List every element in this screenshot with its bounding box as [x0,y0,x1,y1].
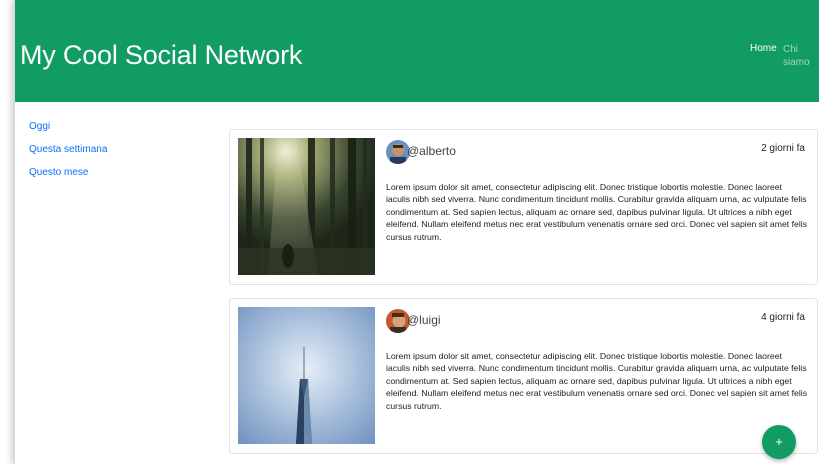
skyscraper-photo [238,307,375,444]
post-card: @luigi 4 giorni fa Lorem ipsum dolor sit… [229,298,818,454]
post-timestamp: 4 giorni fa [761,312,805,323]
sidebar-item-this-week[interactable]: Questa settimana [29,144,107,167]
app-window: My Cool Social Network Home Chi siamo Og… [14,0,819,464]
nav-home-link[interactable]: Home [750,43,777,54]
post-username[interactable]: @luigi [407,313,441,327]
post-card: @alberto 2 giorni fa Lorem ipsum dolor s… [229,129,818,285]
post-timestamp: 2 giorni fa [761,143,805,154]
sidebar-item-this-month[interactable]: Questo mese [29,167,107,190]
sidebar: Oggi Questa settimana Questo mese [29,121,107,190]
sidebar-item-today[interactable]: Oggi [29,121,107,144]
post-body: Lorem ipsum dolor sit amet, consectetur … [386,182,808,242]
forest-photo [238,138,375,275]
navbar: My Cool Social Network Home Chi siamo [15,0,819,102]
nav-about-link[interactable]: Chi siamo [783,43,817,69]
post-username[interactable]: @alberto [407,144,456,158]
post-body: Lorem ipsum dolor sit amet, consectetur … [386,351,808,411]
add-post-button[interactable]: + [762,425,796,459]
brand-title[interactable]: My Cool Social Network [20,40,302,71]
